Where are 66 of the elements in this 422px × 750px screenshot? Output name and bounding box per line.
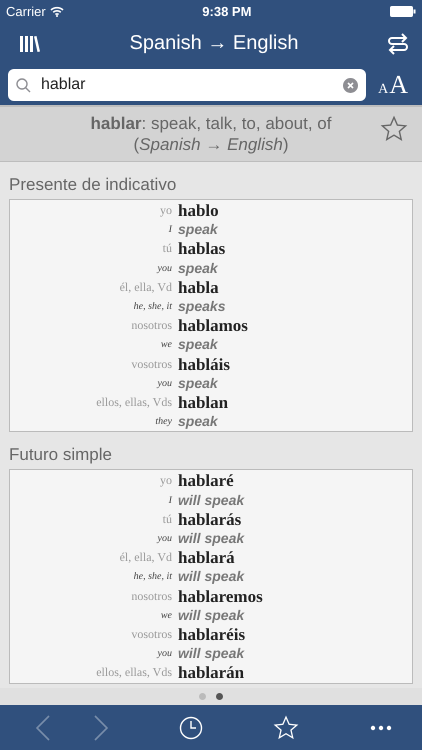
more-icon[interactable] — [370, 724, 392, 730]
verb-form: hablaré — [178, 471, 234, 491]
verb-form: hablará — [178, 548, 235, 568]
translation-text: will speak — [178, 567, 244, 586]
status-time: 9:38 PM — [202, 4, 252, 18]
translation-text: speaks — [178, 297, 226, 316]
entry-direction: (Spanish → English) — [134, 134, 288, 155]
battery-icon — [390, 6, 416, 16]
pronoun-label: you — [158, 262, 172, 276]
clear-icon[interactable] — [343, 78, 358, 92]
verb-form: hablamos — [178, 316, 248, 336]
page-dot[interactable] — [216, 693, 223, 700]
pronoun-label: nosotros — [131, 588, 172, 605]
swap-icon[interactable] — [388, 32, 408, 54]
verb-form: habla — [178, 278, 219, 298]
pronoun-label: nosotros — [131, 317, 172, 334]
verb-form: hablan — [178, 393, 228, 412]
section-title: Futuro simple — [9, 444, 113, 466]
pronoun-label: ellos, ellas, Vds — [96, 394, 172, 412]
pronoun-label: I — [168, 494, 172, 508]
pronoun-label: they — [155, 415, 172, 430]
verb-form: hablaréis — [178, 625, 246, 644]
verb-form: hablarán — [178, 663, 244, 683]
nav-title: Spanish → English — [130, 32, 298, 55]
page-dot[interactable] — [199, 693, 206, 700]
translation-text: speak — [178, 220, 218, 240]
pronoun-label: él, ella, Vd — [120, 549, 172, 566]
pronoun-label: vosotros — [131, 356, 172, 373]
pronoun-label: vosotros — [131, 626, 172, 644]
carrier-label: Carrier — [6, 4, 46, 18]
translation-text: will speak — [178, 606, 244, 625]
pronoun-label: he, she, it — [134, 300, 172, 314]
wifi-icon — [50, 6, 64, 16]
search-icon — [16, 78, 31, 92]
pronoun-label: you — [158, 532, 172, 546]
verb-form: habláis — [178, 354, 230, 374]
translation-text: will speak — [178, 644, 244, 664]
pronoun-label: I — [168, 223, 172, 238]
pronoun-label: we — [160, 608, 172, 623]
pronoun-label: tú — [162, 510, 172, 528]
pronoun-label: you — [158, 647, 172, 662]
search-field[interactable]: hablar — [8, 69, 366, 101]
translation-text: will speak — [178, 529, 244, 548]
translation-text: will speak — [178, 490, 244, 510]
pronoun-label: él, ella, Vd — [120, 278, 172, 296]
font-size-button[interactable]: AA — [378, 70, 414, 100]
translation-text: speak — [178, 335, 218, 354]
favorites-star-icon[interactable] — [273, 714, 300, 740]
pronoun-label: yo — [160, 202, 172, 219]
pronoun-label: yo — [160, 472, 172, 490]
verb-form: hablo — [178, 201, 219, 220]
library-icon[interactable] — [20, 34, 40, 52]
translation-text: speak — [178, 374, 218, 393]
verb-form: hablas — [178, 239, 226, 259]
section-title: Presente de indicativo — [9, 174, 178, 196]
verb-form: hablaremos — [178, 586, 263, 606]
pronoun-label: he, she, it — [134, 570, 172, 584]
pronoun-label: you — [158, 376, 172, 391]
pronoun-label: tú — [162, 240, 172, 258]
pronoun-label: ellos, ellas, Vds — [96, 664, 172, 682]
history-clock-icon[interactable] — [178, 716, 203, 740]
verb-form: hablarás — [178, 510, 242, 530]
translation-text: speak — [178, 412, 218, 432]
pronoun-label: we — [160, 338, 172, 352]
translation-text: speak — [178, 258, 218, 278]
entry-definition: hablar: speak, talk, to, about, of — [90, 113, 332, 134]
